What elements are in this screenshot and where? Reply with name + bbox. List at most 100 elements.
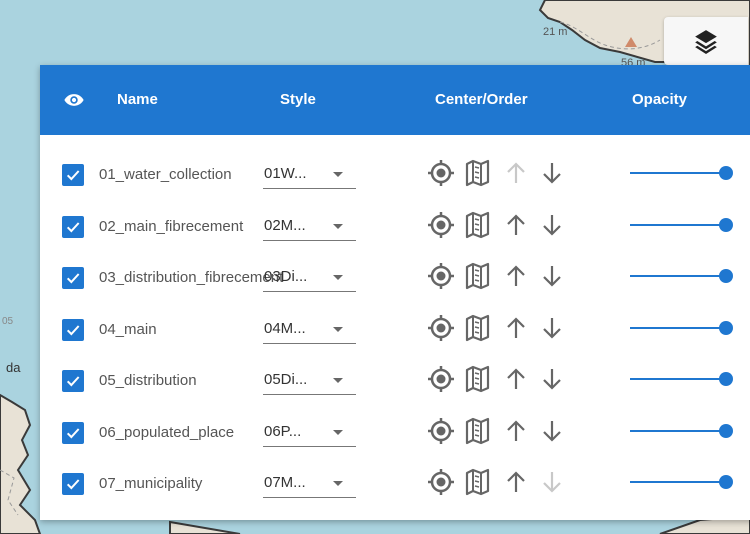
- map-elevation-label: 21 m: [543, 26, 568, 38]
- crosshair-icon[interactable]: [426, 364, 456, 394]
- layer-name: 04_main: [99, 320, 157, 338]
- arrow-down-icon[interactable]: [540, 364, 564, 394]
- layer-visibility-checkbox[interactable]: [62, 370, 84, 392]
- layer-row: 03_distribution_fibrecement 03Di...: [40, 250, 750, 302]
- layer-style-value: 05Di...: [264, 371, 308, 388]
- layer-style-select[interactable]: 02M...: [263, 209, 356, 241]
- layer-style-value: 03Di...: [264, 268, 308, 285]
- caret-down-icon: [333, 223, 343, 229]
- layer-style-value: 02M...: [264, 216, 306, 234]
- opacity-slider-thumb[interactable]: [719, 269, 733, 283]
- crosshair-icon[interactable]: [426, 416, 456, 446]
- layer-name: 07_municipality: [99, 475, 203, 492]
- map-icon[interactable]: [464, 364, 492, 394]
- arrow-up-icon[interactable]: [504, 364, 528, 394]
- layer-row: 06_populated_place 06P...: [40, 405, 750, 457]
- layer-name: 03_distribution_fibrecement: [99, 269, 284, 286]
- opacity-slider-thumb[interactable]: [719, 475, 733, 489]
- layer-style-select[interactable]: 07M...: [263, 466, 356, 498]
- arrow-down-icon[interactable]: [540, 261, 564, 291]
- opacity-slider[interactable]: [630, 172, 726, 174]
- checkbox-checked-icon: [66, 221, 80, 232]
- layer-style-value: 06P...: [264, 422, 302, 440]
- layer-visibility-checkbox[interactable]: [62, 473, 84, 495]
- layer-visibility-checkbox[interactable]: [62, 421, 84, 444]
- map-icon[interactable]: [464, 416, 492, 446]
- opacity-slider[interactable]: [630, 481, 726, 483]
- layer-row: 02_main_fibrecement 02M...: [40, 199, 750, 251]
- layer-panel: Name Style Center/Order Opacity 01_water…: [40, 65, 750, 520]
- layer-style-value: 04M...: [264, 319, 306, 337]
- layer-panel-header: Name Style Center/Order Opacity: [40, 65, 750, 135]
- crosshair-icon[interactable]: [426, 158, 456, 188]
- opacity-slider-thumb[interactable]: [719, 423, 733, 438]
- layer-style-select[interactable]: 03Di...: [263, 260, 356, 292]
- arrow-down-icon[interactable]: [540, 467, 564, 497]
- caret-down-icon: [333, 275, 343, 280]
- crosshair-icon[interactable]: [426, 210, 456, 240]
- layer-row: 07_municipality 07M...: [40, 456, 750, 508]
- arrow-down-icon[interactable]: [540, 210, 564, 240]
- checkbox-checked-icon: [66, 170, 80, 181]
- layer-visibility-checkbox[interactable]: [62, 164, 84, 186]
- layer-style-select[interactable]: 05Di...: [263, 363, 356, 395]
- layer-name: 05_distribution: [99, 372, 197, 389]
- arrow-up-icon[interactable]: [504, 467, 528, 497]
- layer-name: 06_populated_place: [99, 423, 235, 441]
- caret-down-icon: [333, 378, 343, 383]
- layer-visibility-checkbox[interactable]: [62, 215, 84, 238]
- layer-visibility-checkbox[interactable]: [62, 267, 84, 289]
- arrow-down-icon[interactable]: [540, 313, 564, 343]
- arrow-up-icon[interactable]: [504, 261, 528, 291]
- arrow-up-icon[interactable]: [504, 158, 528, 188]
- crosshair-icon[interactable]: [426, 313, 456, 343]
- opacity-slider[interactable]: [630, 223, 726, 226]
- opacity-slider-thumb[interactable]: [719, 320, 733, 335]
- map-icon[interactable]: [464, 210, 492, 240]
- checkbox-checked-icon: [66, 427, 80, 438]
- arrow-down-icon[interactable]: [540, 416, 564, 446]
- map-icon[interactable]: [464, 261, 492, 291]
- arrow-up-icon[interactable]: [504, 210, 528, 240]
- layers-toggle-button[interactable]: [664, 17, 748, 65]
- crosshair-icon[interactable]: [426, 467, 456, 497]
- caret-down-icon: [333, 172, 343, 177]
- checkbox-checked-icon: [66, 324, 80, 335]
- arrow-down-icon[interactable]: [540, 158, 564, 188]
- layer-style-select[interactable]: 01W...: [263, 157, 356, 189]
- opacity-slider-thumb[interactable]: [719, 166, 733, 180]
- layer-style-value: 07M...: [264, 474, 306, 491]
- caret-down-icon: [333, 429, 343, 435]
- map-icon[interactable]: [464, 158, 492, 188]
- layer-name: 01_water_collection: [99, 166, 232, 183]
- opacity-slider-thumb[interactable]: [719, 372, 733, 386]
- opacity-slider-thumb[interactable]: [719, 217, 733, 232]
- layer-visibility-checkbox[interactable]: [62, 318, 84, 341]
- opacity-slider[interactable]: [630, 326, 726, 329]
- column-header-opacity: Opacity: [632, 91, 688, 108]
- column-header-name: Name: [117, 91, 158, 108]
- caret-down-icon: [333, 326, 343, 332]
- checkbox-checked-icon: [66, 273, 80, 284]
- caret-down-icon: [333, 481, 343, 486]
- crosshair-icon[interactable]: [426, 261, 456, 291]
- opacity-slider[interactable]: [630, 378, 726, 380]
- layer-row: 05_distribution 05Di...: [40, 353, 750, 405]
- arrow-up-icon[interactable]: [504, 313, 528, 343]
- opacity-slider[interactable]: [630, 429, 726, 432]
- layer-row: 01_water_collection 01W...: [40, 147, 750, 199]
- layer-name: 02_main_fibrecement: [99, 217, 244, 235]
- eye-icon[interactable]: [64, 92, 84, 108]
- layer-style-select[interactable]: 04M...: [263, 312, 356, 344]
- layer-style-select[interactable]: 06P...: [263, 415, 356, 447]
- map-icon[interactable]: [464, 313, 492, 343]
- layers-icon: [695, 30, 717, 54]
- layer-style-value: 01W...: [264, 165, 307, 182]
- opacity-slider[interactable]: [630, 275, 726, 277]
- column-header-style: Style: [280, 91, 316, 108]
- map-icon[interactable]: [464, 467, 492, 497]
- checkbox-checked-icon: [66, 376, 80, 387]
- checkbox-checked-icon: [66, 479, 80, 490]
- arrow-up-icon[interactable]: [504, 416, 528, 446]
- map-place-label: da: [6, 360, 21, 375]
